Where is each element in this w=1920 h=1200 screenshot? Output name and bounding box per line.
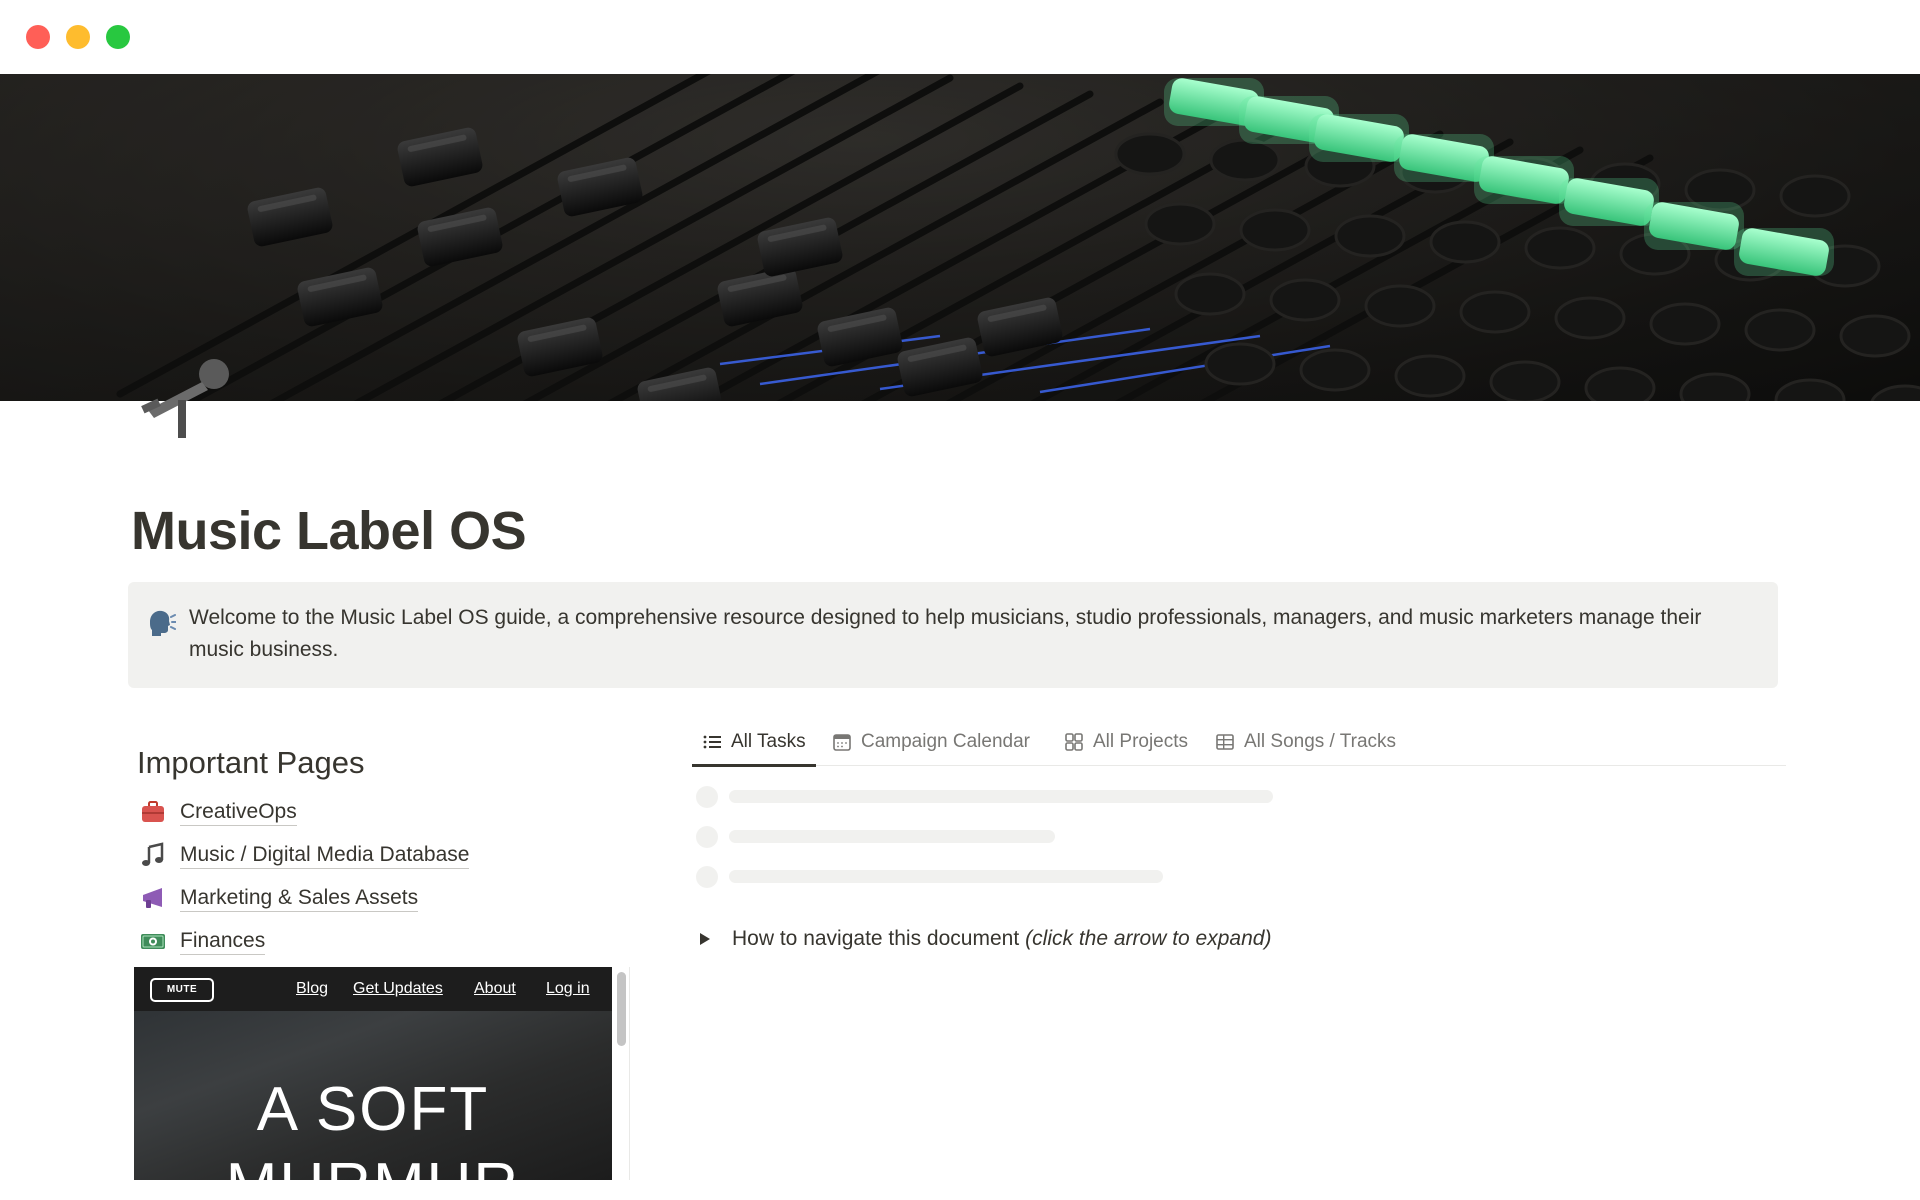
round-knob: [1174, 272, 1246, 316]
toggle-hint: (click the arrow to expand): [1025, 927, 1272, 950]
embed-hero-title-line-1: A SOFT: [256, 1075, 490, 1144]
embed-nav-login[interactable]: Log in: [546, 980, 590, 998]
dollar-banknote-icon: [140, 928, 166, 954]
mixing-console-illustration: [0, 74, 1920, 401]
embed-hero-title-line-2: MURMUR: [134, 1150, 612, 1180]
tab-label: Campaign Calendar: [861, 731, 1030, 752]
round-knob: [1554, 296, 1626, 340]
minimize-window-button[interactable]: [66, 25, 90, 49]
musical-note-icon: [140, 842, 166, 868]
callout-text: Welcome to the Music Label OS guide, a c…: [189, 606, 1702, 661]
round-knob: [1584, 366, 1656, 401]
embed-scrollbar-thumb[interactable]: [617, 972, 626, 1046]
round-knob: [1269, 278, 1341, 322]
page-title[interactable]: Music Label OS: [131, 500, 527, 562]
close-window-button[interactable]: [26, 25, 50, 49]
skeleton-dot: [696, 786, 718, 808]
round-knob: [1204, 342, 1276, 386]
round-knob: [1429, 220, 1501, 264]
round-knob: [1209, 138, 1281, 182]
database-view-tabs: All Tasks Campaign Calendar All Projects: [692, 718, 1786, 767]
megaphone-icon: [140, 885, 166, 911]
skeleton-bar: [729, 790, 1273, 803]
page-link-finances[interactable]: Finances: [140, 923, 266, 959]
round-knob: [1394, 354, 1466, 398]
table-icon: [1215, 732, 1235, 752]
round-knob: [1779, 174, 1851, 218]
round-knob: [1299, 348, 1371, 392]
page-link-music-database[interactable]: Music / Digital Media Database: [140, 837, 470, 873]
tab-label: All Tasks: [731, 731, 806, 752]
window-titlebar: [0, 0, 1920, 74]
round-knob: [1839, 314, 1911, 358]
round-knob: [1489, 360, 1561, 401]
toggle-title[interactable]: How to navigate this document: [732, 927, 1019, 951]
skeleton-bar: [729, 870, 1163, 883]
tab-all-tasks[interactable]: All Tasks: [692, 718, 816, 767]
round-knob: [1524, 226, 1596, 270]
page-link-marketing-sales[interactable]: Marketing & Sales Assets: [140, 880, 419, 916]
briefcase-icon: [140, 799, 166, 825]
embed-logo[interactable]: MUTE: [150, 978, 214, 1002]
green-on-button: [1734, 228, 1834, 276]
round-knob: [1744, 308, 1816, 352]
tab-campaign-calendar[interactable]: Campaign Calendar: [822, 718, 1040, 766]
tab-label: All Songs / Tracks: [1244, 731, 1397, 752]
embed-nav-get-updates[interactable]: Get Updates: [353, 980, 443, 998]
toggle-arrow-icon[interactable]: [700, 933, 710, 945]
navigation-toggle-block: How to navigate this document (click the…: [700, 924, 1271, 954]
round-knob: [1114, 132, 1186, 176]
embed-hero-title-line-2-clip: MURMUR: [134, 1150, 612, 1180]
tab-label: All Projects: [1093, 731, 1189, 752]
page-link-label: Marketing & Sales Assets: [180, 885, 419, 912]
page-cover-image[interactable]: [0, 74, 1920, 401]
important-pages-heading: Important Pages: [137, 745, 365, 780]
embed-nav-blog[interactable]: Blog: [296, 980, 328, 998]
gallery-icon: [1064, 732, 1084, 752]
round-knob: [1144, 202, 1216, 246]
tab-all-projects[interactable]: All Projects: [1054, 718, 1198, 766]
round-knob: [1649, 302, 1721, 346]
microphone-icon[interactable]: [138, 352, 238, 442]
round-knob: [1679, 372, 1751, 401]
zoom-window-button[interactable]: [106, 25, 130, 49]
embed-nav-about[interactable]: About: [474, 980, 516, 998]
page-link-label: Finances: [180, 928, 266, 955]
page-link-label: CreativeOps: [180, 799, 297, 826]
round-knob: [1364, 284, 1436, 328]
skeleton-dot: [696, 866, 718, 888]
embed-navbar: MUTE Blog Get Updates About Log in: [134, 967, 612, 1011]
speaking-head-icon[interactable]: [146, 608, 177, 638]
green-on-button: [1644, 202, 1744, 250]
page-link-label: Music / Digital Media Database: [180, 842, 470, 869]
round-knob: [1459, 290, 1531, 334]
skeleton-bar: [729, 830, 1055, 843]
round-knob: [1239, 208, 1311, 252]
tab-all-songs-tracks[interactable]: All Songs / Tracks: [1205, 718, 1406, 766]
welcome-callout: Welcome to the Music Label OS guide, a c…: [128, 582, 1778, 688]
round-knob: [1334, 214, 1406, 258]
list-icon: [702, 732, 722, 752]
skeleton-dot: [696, 826, 718, 848]
page-link-creativeops[interactable]: CreativeOps: [140, 794, 297, 830]
calendar-icon: [832, 732, 852, 752]
